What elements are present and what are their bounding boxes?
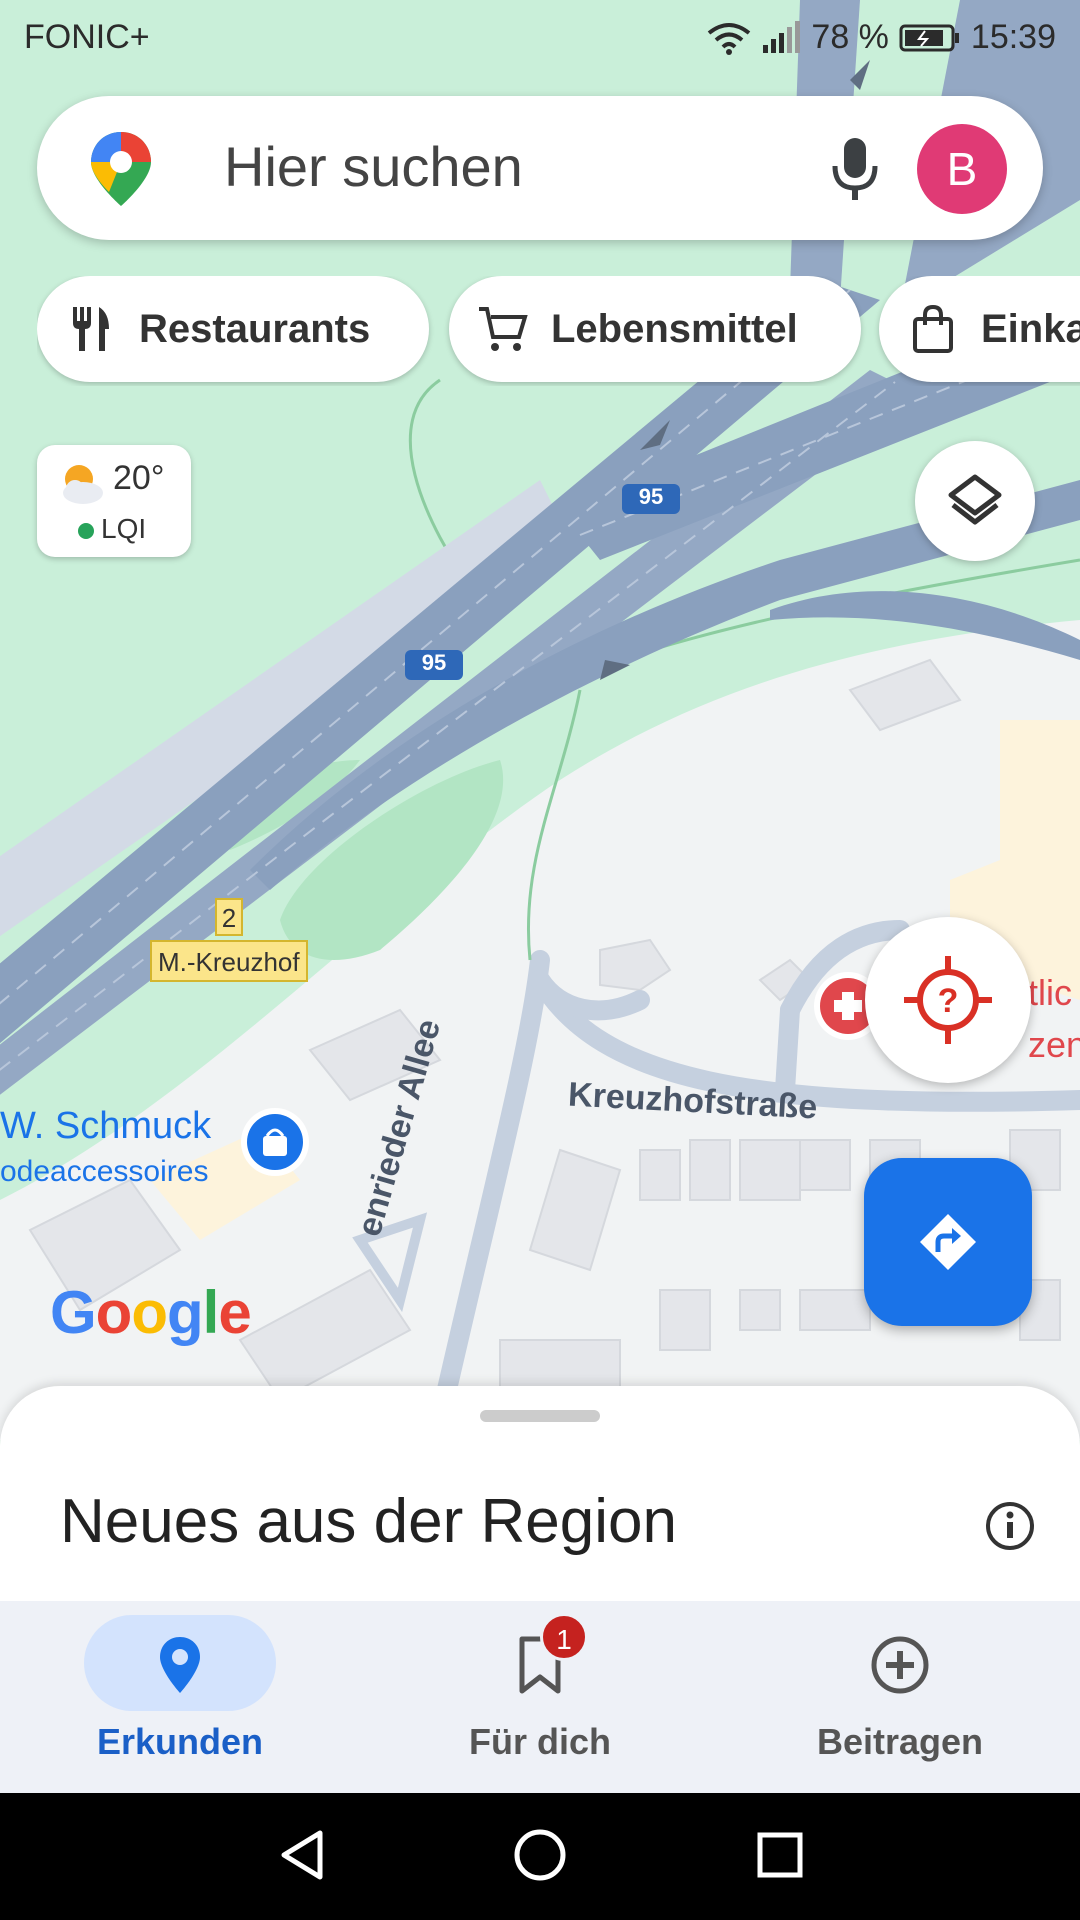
chip-label: Einka <box>981 306 1080 351</box>
poi-label[interactable]: zen <box>1028 1024 1080 1066</box>
location-unknown-icon: ? <box>904 956 992 1044</box>
directions-icon <box>920 1214 976 1270</box>
bottom-navigation: Erkunden 1 Für dich Beitragen <box>0 1601 1080 1793</box>
status-bar: FONIC+ 78 % 15:39 <box>0 0 1080 75</box>
aqi-label: LQI <box>101 513 147 544</box>
bottom-sheet[interactable]: Neues aus der Region <box>0 1386 1080 1606</box>
layers-button[interactable] <box>915 441 1035 561</box>
nav-label: Beitragen <box>816 1721 984 1762</box>
road-shield-label: 95 <box>638 484 664 509</box>
category-chips: Restaurants Lebensmittel Einka <box>37 276 1080 386</box>
chip-label: Lebensmittel <box>551 306 798 351</box>
nav-for-you[interactable]: 1 Für dich <box>360 1601 720 1793</box>
chip-label: Restaurants <box>139 306 371 351</box>
maps-pin-logo <box>91 132 151 206</box>
sheet-drag-handle[interactable] <box>480 1410 600 1422</box>
nav-label: Für dich <box>469 1721 611 1762</box>
signal-icon <box>763 20 801 53</box>
aqi-status-dot <box>78 523 94 539</box>
cart-icon <box>479 307 528 351</box>
battery-percent: 78 % <box>811 18 889 56</box>
poi-label[interactable]: odeaccessoires <box>0 1155 208 1189</box>
nav-explore[interactable]: Erkunden <box>0 1601 360 1793</box>
road-shield-label: 95 <box>421 650 447 675</box>
info-icon[interactable] <box>982 1498 1038 1554</box>
chip-einkaufen[interactable]: Einka <box>879 276 1080 382</box>
google-logo: Google <box>50 1279 252 1346</box>
microphone-icon[interactable] <box>817 130 893 206</box>
add-circle-icon <box>871 1636 929 1694</box>
battery-icon <box>899 24 959 51</box>
shopping-bag-icon <box>913 304 953 353</box>
clock: 15:39 <box>970 18 1056 56</box>
avatar[interactable]: B <box>917 124 1007 214</box>
svg-text:?: ? <box>938 982 959 1020</box>
nav-contribute[interactable]: Beitragen <box>720 1601 1080 1793</box>
back-icon[interactable] <box>272 1825 332 1885</box>
layers-icon <box>948 474 1002 525</box>
partly-cloudy-icon <box>63 465 103 504</box>
search-input[interactable]: Hier suchen <box>224 134 523 199</box>
fork-knife-icon <box>73 307 109 351</box>
chip-lebensmittel[interactable]: Lebensmittel <box>449 276 861 382</box>
explore-pin-icon <box>160 1637 200 1693</box>
weather-widget[interactable]: 20° LQI <box>37 445 191 557</box>
recents-icon[interactable] <box>750 1825 810 1885</box>
sheet-title: Neues aus der Region <box>60 1487 677 1556</box>
notification-badge: 1 <box>540 1613 588 1661</box>
temperature: 20° <box>113 459 165 497</box>
search-bar[interactable]: Hier suchen B <box>37 96 1043 240</box>
poi-label[interactable]: tlic <box>1028 972 1072 1014</box>
carrier-label: FONIC+ <box>24 18 150 56</box>
wifi-icon <box>708 22 751 55</box>
nav-label: Erkunden <box>96 1721 264 1762</box>
poi-label[interactable]: W. Schmuck <box>0 1105 211 1148</box>
directions-button[interactable] <box>864 1158 1032 1326</box>
system-navigation-bar <box>0 1793 1080 1920</box>
home-icon[interactable] <box>510 1825 570 1885</box>
my-location-button[interactable]: ? <box>865 917 1031 1083</box>
tram-stop-label[interactable]: M.-Kreuzhof <box>150 940 308 982</box>
tram-stop-number[interactable]: 2 <box>215 898 243 936</box>
chip-restaurants[interactable]: Restaurants <box>37 276 429 382</box>
